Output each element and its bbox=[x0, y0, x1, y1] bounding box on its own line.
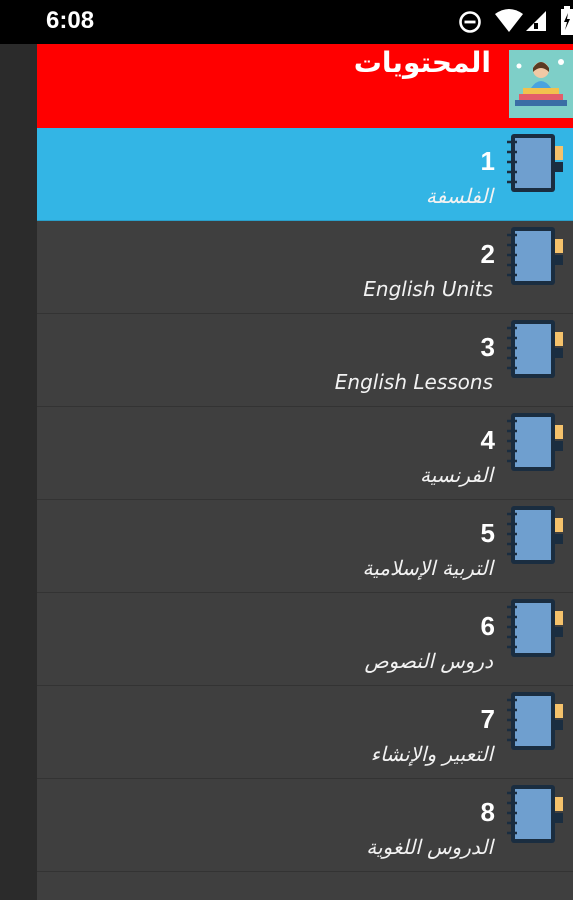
item-label: English Units bbox=[363, 277, 493, 301]
item-number: 8 bbox=[480, 797, 495, 827]
item-label: الفلسفة bbox=[425, 184, 493, 208]
notebook-icon bbox=[507, 599, 563, 657]
item-label: التعبير والإنشاء bbox=[370, 742, 493, 766]
notebook-icon bbox=[507, 785, 563, 843]
navigation-drawer: المحتويات 1 الفلسفة 2 English Units 3 En… bbox=[37, 44, 573, 900]
notebook-icon bbox=[507, 134, 563, 192]
item-label: التربية الإسلامية bbox=[362, 556, 493, 580]
wifi-icon bbox=[495, 9, 523, 32]
item-number: 4 bbox=[480, 425, 495, 455]
background-app-strip bbox=[0, 44, 37, 900]
item-label: الدروس اللغوية bbox=[366, 835, 493, 859]
notebook-icon bbox=[507, 506, 563, 564]
item-label: English Lessons bbox=[334, 370, 493, 394]
item-number: 1 bbox=[480, 146, 495, 176]
status-bar: 6:08 bbox=[0, 0, 573, 44]
notebook-icon bbox=[507, 413, 563, 471]
battery-icon bbox=[561, 6, 573, 35]
list-item[interactable]: 7 التعبير والإنشاء bbox=[37, 686, 573, 779]
list-item[interactable]: 5 التربية الإسلامية bbox=[37, 500, 573, 593]
item-number: 3 bbox=[480, 332, 495, 362]
list-item[interactable]: 1 الفلسفة bbox=[37, 128, 573, 221]
item-label: دروس النصوص bbox=[364, 649, 493, 673]
notebook-icon bbox=[507, 227, 563, 285]
item-number: 7 bbox=[480, 704, 495, 734]
item-number: 2 bbox=[480, 239, 495, 269]
item-number: 5 bbox=[480, 518, 495, 548]
student-reading-icon bbox=[509, 50, 573, 118]
notebook-icon bbox=[507, 692, 563, 750]
contents-list: 1 الفلسفة 2 English Units 3 English Less… bbox=[37, 128, 573, 872]
list-item[interactable]: 6 دروس النصوص bbox=[37, 593, 573, 686]
list-item[interactable]: 3 English Lessons bbox=[37, 314, 573, 407]
do-not-disturb-icon bbox=[459, 11, 481, 33]
list-item[interactable]: 4 الفرنسية bbox=[37, 407, 573, 500]
status-time: 6:08 bbox=[46, 7, 95, 34]
list-item[interactable]: 2 English Units bbox=[37, 221, 573, 314]
item-label: الفرنسية bbox=[420, 463, 493, 487]
signal-icon bbox=[526, 11, 546, 31]
drawer-title: المحتويات bbox=[353, 46, 491, 79]
list-item[interactable]: 8 الدروس اللغوية bbox=[37, 779, 573, 872]
item-number: 6 bbox=[480, 611, 495, 641]
drawer-header: المحتويات bbox=[37, 44, 573, 128]
notebook-icon bbox=[507, 320, 563, 378]
